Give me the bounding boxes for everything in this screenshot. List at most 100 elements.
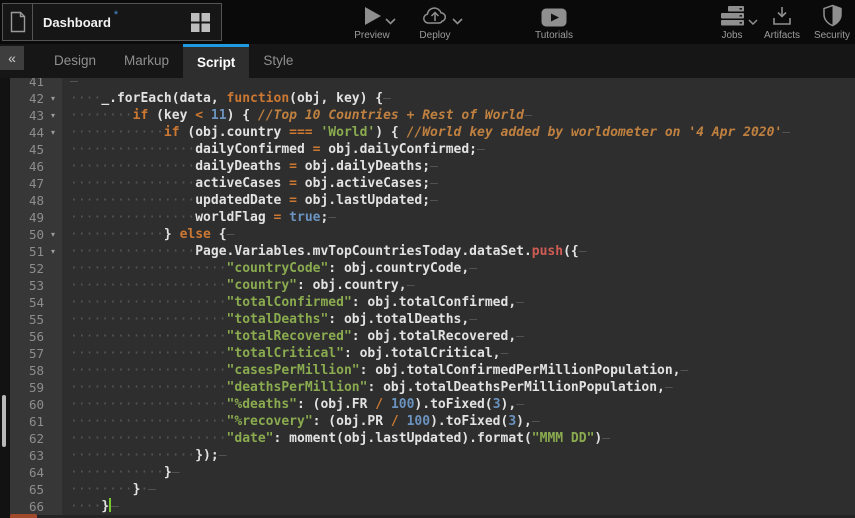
editor-tabs: Design Markup Script Style: [40, 44, 855, 78]
code-text[interactable]: ················});–: [62, 447, 855, 464]
code-text[interactable]: ····················"totalRecovered": ob…: [62, 328, 855, 345]
fold-arrow-icon[interactable]: ▾: [44, 107, 62, 124]
code-line[interactable]: 57····················"totalCritical": o…: [10, 345, 855, 362]
code-line[interactable]: 65········}·–: [10, 481, 855, 498]
code-text[interactable]: ····················"deathsPerMillion": …: [62, 379, 855, 396]
line-number: 41: [10, 78, 44, 90]
code-text[interactable]: ················dailyConfirmed = obj.dai…: [62, 141, 855, 158]
code-line[interactable]: 43▾········if (key < 11) { //Top 10 Coun…: [10, 107, 855, 124]
code-line[interactable]: 45 ················dailyConfirmed = obj.d…: [10, 141, 855, 158]
code-line[interactable]: 61····················"%recovery": (obj.…: [10, 413, 855, 430]
code-text[interactable]: ················Page.Variables.mvTopCoun…: [62, 243, 855, 260]
code-line[interactable]: 63 ················});–: [10, 447, 855, 464]
code-text[interactable]: ················dailyDeaths = obj.dailyD…: [62, 158, 855, 175]
gutter: 47: [10, 175, 62, 192]
code-line[interactable]: 62····················"date": moment(obj…: [10, 430, 855, 447]
gutter: 50▾: [10, 226, 62, 243]
bottom-left-marker: [10, 514, 37, 518]
code-line[interactable]: 53 ····················"country": obj.cou…: [10, 277, 855, 294]
fold-arrow-icon[interactable]: ▾: [44, 124, 62, 141]
code-text[interactable]: ····················"date": moment(obj.l…: [62, 430, 855, 447]
code-text[interactable]: ········}·–: [62, 481, 855, 498]
code-line[interactable]: 58 ····················"casesPerMillion":…: [10, 362, 855, 379]
code-line[interactable]: 54····················"totalConfirmed": …: [10, 294, 855, 311]
code-line[interactable]: 56····················"totalRecovered": …: [10, 328, 855, 345]
fold-arrow-icon[interactable]: ▾: [44, 243, 62, 260]
dashboard-grid-icon[interactable]: [190, 12, 211, 33]
code-line[interactable]: 47················activeCases = obj.acti…: [10, 175, 855, 192]
page-tab-dashboard[interactable]: Dashboard *: [33, 4, 221, 40]
script-code-editor[interactable]: 41 –42▾····_.forEach(data, function(obj, …: [0, 78, 855, 518]
code-text[interactable]: ············}–: [62, 464, 855, 481]
code-text[interactable]: ····················"totalCritical": obj…: [62, 345, 855, 362]
code-text[interactable]: ····················"totalDeaths": obj.t…: [62, 311, 855, 328]
fold-spacer: [44, 481, 62, 498]
code-text[interactable]: ················worldFlag = true;–: [62, 209, 855, 226]
gutter: 58: [10, 362, 62, 379]
code-text[interactable]: ····················"%deaths": (obj.FR /…: [62, 396, 855, 413]
fold-spacer: [44, 464, 62, 481]
code-line[interactable]: 51▾················Page.Variables.mvTopC…: [10, 243, 855, 260]
code-line[interactable]: 52····················"countryCode": obj…: [10, 260, 855, 277]
code-area[interactable]: 41 –42▾····_.forEach(data, function(obj, …: [10, 78, 855, 518]
file-icon: [8, 10, 28, 34]
code-text[interactable]: ····_.forEach(data, function(obj, key) {…: [62, 90, 855, 107]
code-text[interactable]: ············if (obj.country === 'World')…: [62, 124, 855, 141]
fold-arrow-icon[interactable]: ▾: [44, 90, 62, 107]
line-number: 45: [10, 141, 44, 158]
code-text[interactable]: ····················"countryCode": obj.c…: [62, 260, 855, 277]
chevron-down-icon[interactable]: [452, 18, 463, 25]
fold-arrow-icon[interactable]: ▾: [44, 226, 62, 243]
chevron-down-icon[interactable]: [748, 19, 758, 25]
tutorials-button[interactable]: Tutorials: [524, 4, 584, 41]
code-line[interactable]: 46 ················dailyDeaths = obj.dail…: [10, 158, 855, 175]
code-line[interactable]: 49 ················worldFlag = true;–: [10, 209, 855, 226]
code-text[interactable]: ················updatedDate = obj.lastUp…: [62, 192, 855, 209]
gutter: 49: [10, 209, 62, 226]
shield-icon: [822, 4, 843, 27]
code-line[interactable]: 55····················"totalDeaths": obj…: [10, 311, 855, 328]
code-line[interactable]: 41 –: [10, 78, 855, 90]
line-number: 58: [10, 362, 44, 379]
left-scrollbar-thumb[interactable]: [2, 395, 6, 447]
code-line[interactable]: 64············}–: [10, 464, 855, 481]
code-line[interactable]: 42▾····_.forEach(data, function(obj, key…: [10, 90, 855, 107]
preview-button[interactable]: Preview: [348, 4, 396, 41]
line-number: 46: [10, 158, 44, 175]
tab-markup[interactable]: Markup: [110, 44, 183, 78]
file-icon-button[interactable]: [3, 4, 33, 40]
code-line[interactable]: 50▾············} else {–: [10, 226, 855, 243]
code-line[interactable]: 66····}–: [10, 498, 855, 515]
gutter: 54: [10, 294, 62, 311]
code-text[interactable]: –: [62, 78, 855, 90]
code-line[interactable]: 48················updatedDate = obj.last…: [10, 192, 855, 209]
code-text[interactable]: ················activeCases = obj.active…: [62, 175, 855, 192]
code-line[interactable]: 60····················"%deaths": (obj.FR…: [10, 396, 855, 413]
artifacts-button[interactable]: Artifacts: [761, 4, 803, 41]
line-number: 53: [10, 277, 44, 294]
line-number: 49: [10, 209, 44, 226]
collapse-panel-button[interactable]: «: [0, 46, 24, 70]
chevron-down-icon[interactable]: [385, 18, 396, 25]
code-line[interactable]: 44▾············if (obj.country === 'Worl…: [10, 124, 855, 141]
tab-script[interactable]: Script: [183, 44, 249, 78]
code-text[interactable]: ····················"casesPerMillion": o…: [62, 362, 855, 379]
gutter: 48: [10, 192, 62, 209]
code-text[interactable]: ····················"totalConfirmed": ob…: [62, 294, 855, 311]
gutter: 44▾: [10, 124, 62, 141]
gutter: 64: [10, 464, 62, 481]
tab-design[interactable]: Design: [40, 44, 110, 78]
code-text[interactable]: ····················"country": obj.count…: [62, 277, 855, 294]
code-text[interactable]: ········if (key < 11) { //Top 10 Countri…: [62, 107, 855, 124]
code-text[interactable]: ····}–: [62, 498, 855, 515]
code-line[interactable]: 59····················"deathsPerMillion"…: [10, 379, 855, 396]
code-text[interactable]: ····················"%recovery": (obj.PR…: [62, 413, 855, 430]
fold-spacer: [44, 447, 62, 464]
jobs-button[interactable]: Jobs: [711, 4, 753, 41]
gutter: 62: [10, 430, 62, 447]
deploy-button[interactable]: Deploy: [412, 4, 458, 41]
tab-style[interactable]: Style: [249, 44, 307, 78]
code-text[interactable]: ············} else {–: [62, 226, 855, 243]
line-number: 63: [10, 447, 44, 464]
security-button[interactable]: Security: [811, 4, 853, 41]
